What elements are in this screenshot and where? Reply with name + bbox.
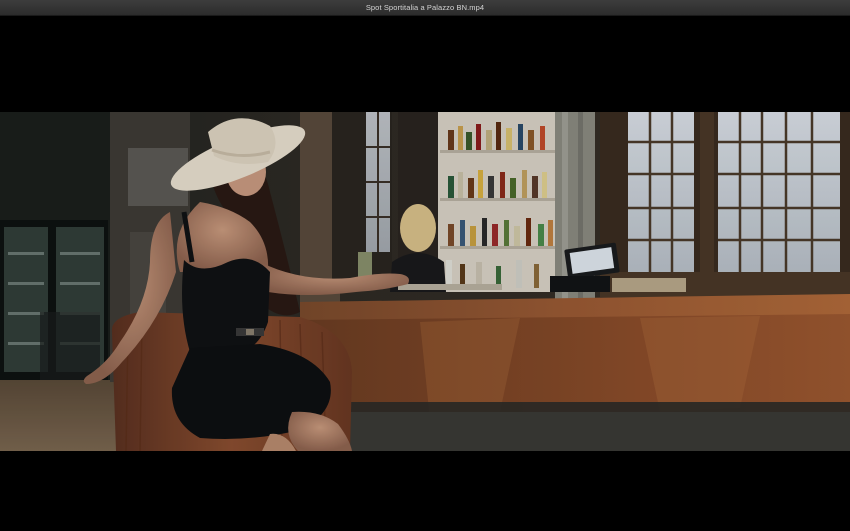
video-player-window: Spot Sportitalia a Palazzo BN.mp4	[0, 0, 850, 531]
video-frame[interactable]	[0, 112, 850, 451]
video-frame-image	[0, 112, 850, 451]
window-title: Spot Sportitalia a Palazzo BN.mp4	[365, 3, 485, 12]
title-bar[interactable]: Spot Sportitalia a Palazzo BN.mp4	[0, 0, 850, 16]
player-area[interactable]	[0, 16, 850, 531]
